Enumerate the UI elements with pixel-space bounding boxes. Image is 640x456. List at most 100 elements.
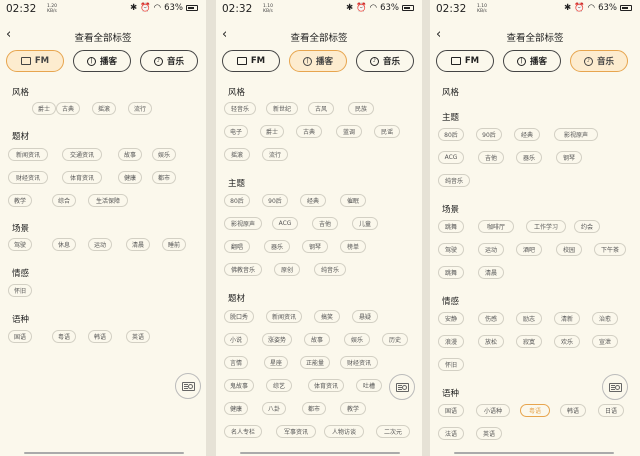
tag-chip[interactable]: 人物访谈 (324, 425, 364, 438)
tag-chip[interactable]: 星座 (264, 356, 289, 369)
tag-chip[interactable]: 粤语 (520, 404, 550, 417)
tag-chip[interactable]: 韩语 (560, 404, 586, 417)
tag-chip[interactable]: 90后 (262, 194, 288, 207)
tag-chip[interactable]: 法语 (438, 427, 464, 440)
floating-player-button[interactable] (602, 374, 628, 400)
tag-chip[interactable]: 经典 (514, 128, 540, 141)
tag-chip[interactable]: 都市 (302, 402, 327, 415)
tag-chip[interactable]: 新世纪 (266, 102, 298, 115)
tag-chip[interactable]: 韩语 (88, 330, 113, 343)
tab-fm[interactable]: FM (436, 50, 494, 72)
tag-chip[interactable]: 工作学习 (526, 220, 566, 233)
tag-chip[interactable]: 故事 (118, 148, 143, 161)
tag-chip[interactable]: 小说 (224, 333, 249, 346)
tag-chip[interactable]: 酒吧 (516, 243, 542, 256)
tag-chip[interactable]: 历史 (382, 333, 408, 346)
tag-chip[interactable]: 民谣 (374, 125, 400, 138)
tag-chip[interactable]: 下午茶 (594, 243, 626, 256)
tag-chip[interactable]: 清晨 (126, 238, 151, 251)
tag-chip[interactable]: 蓝调 (336, 125, 362, 138)
tag-chip[interactable]: 器乐 (264, 240, 290, 253)
floating-player-button[interactable] (175, 373, 201, 399)
tag-chip[interactable]: 古典 (296, 125, 322, 138)
tag-chip[interactable]: 清晨 (478, 266, 504, 279)
tag-chip[interactable]: 90后 (476, 128, 502, 141)
tag-chip[interactable]: 娱乐 (344, 333, 370, 346)
tag-chip[interactable]: 古典 (56, 102, 81, 115)
tag-chip[interactable]: 流行 (128, 102, 153, 115)
tag-chip[interactable]: 新闻资讯 (8, 148, 48, 161)
tag-chip[interactable]: 运动 (478, 243, 504, 256)
tag-chip[interactable]: 爵士 (32, 102, 57, 115)
tag-chip[interactable]: 轻音乐 (224, 102, 256, 115)
tag-chip[interactable]: 八卦 (262, 402, 287, 415)
tag-chip[interactable]: 器乐 (516, 151, 542, 164)
tag-chip[interactable]: 鬼故事 (224, 379, 255, 392)
tag-chip[interactable]: 浪漫 (438, 335, 464, 348)
tag-chip[interactable]: 纯音乐 (438, 174, 470, 187)
tag-chip[interactable]: 80后 (224, 194, 250, 207)
tag-chip[interactable]: 电子 (224, 125, 249, 138)
tag-chip[interactable]: 吐槽 (356, 379, 382, 392)
tag-chip[interactable]: 健康 (224, 402, 249, 415)
tag-chip[interactable]: 健康 (118, 171, 143, 184)
tag-chip[interactable]: 怀旧 (8, 284, 33, 297)
tag-chip[interactable]: 国语 (438, 404, 464, 417)
tag-chip[interactable]: 军事资讯 (276, 425, 316, 438)
tag-chip[interactable]: 日语 (598, 404, 624, 417)
tag-chip[interactable]: 励志 (516, 312, 542, 325)
tag-chip[interactable]: ACG (272, 217, 298, 230)
tag-chip[interactable]: 纯音乐 (314, 263, 346, 276)
tag-chip[interactable]: 摇滚 (224, 148, 250, 161)
tag-chip[interactable]: 清新 (554, 312, 580, 325)
tag-chip[interactable]: 安静 (438, 312, 464, 325)
tag-chip[interactable]: 小语种 (476, 404, 510, 417)
tab-fm[interactable]: FM (6, 50, 64, 72)
tag-chip[interactable]: 伤感 (478, 312, 504, 325)
tag-chip[interactable]: 涨姿势 (262, 333, 293, 346)
tag-chip[interactable]: 钢琴 (556, 151, 582, 164)
tag-chip[interactable]: 怀旧 (438, 358, 464, 371)
tag-chip[interactable]: 催眠 (340, 194, 366, 207)
tag-chip[interactable]: 驾驶 (8, 238, 33, 251)
tag-chip[interactable]: 儿童 (352, 217, 378, 230)
tag-chip[interactable]: 二次元 (376, 425, 410, 438)
tag-chip[interactable]: 治愈 (592, 312, 618, 325)
tag-chip[interactable]: 英语 (476, 427, 502, 440)
tag-chip[interactable]: 运动 (88, 238, 113, 251)
tag-chip[interactable]: 跳舞 (438, 220, 464, 233)
tab-music[interactable]: ♪ 音乐 (570, 50, 628, 72)
tag-chip[interactable]: 娱乐 (152, 148, 177, 161)
tag-chip[interactable]: 英语 (126, 330, 151, 343)
tag-chip[interactable]: 欢乐 (554, 335, 580, 348)
tag-chip[interactable]: 咖啡厅 (478, 220, 514, 233)
tag-chip[interactable]: 民族 (348, 102, 374, 115)
tag-chip[interactable]: 经典 (300, 194, 326, 207)
tag-chip[interactable]: 体育资讯 (62, 171, 102, 184)
tag-chip[interactable]: 故事 (304, 333, 330, 346)
tag-chip[interactable]: 教学 (340, 402, 366, 415)
tag-chip[interactable]: 寂寞 (516, 335, 542, 348)
tag-chip[interactable]: 翻唱 (224, 240, 250, 253)
tag-chip[interactable]: 脱口秀 (224, 310, 255, 323)
tag-chip[interactable]: 生活保障 (88, 194, 128, 207)
tag-chip[interactable]: 影视原声 (224, 217, 262, 230)
tag-chip[interactable]: 影视原声 (554, 128, 598, 141)
tag-chip[interactable]: 爵士 (260, 125, 285, 138)
tag-chip[interactable]: 约会 (574, 220, 600, 233)
tag-chip[interactable]: 休息 (52, 238, 77, 251)
tag-chip[interactable]: 80后 (438, 128, 464, 141)
tag-chip[interactable]: 财经资讯 (8, 171, 48, 184)
tag-chip[interactable]: 钢琴 (302, 240, 328, 253)
tag-chip[interactable]: 综艺 (266, 379, 292, 392)
tag-chip[interactable]: 吉他 (478, 151, 504, 164)
tag-chip[interactable]: 睡前 (162, 238, 187, 251)
tag-chip[interactable]: 摇滚 (92, 102, 117, 115)
tab-podcast[interactable]: | 播客 (289, 50, 347, 72)
tag-chip[interactable]: 跳舞 (438, 266, 464, 279)
tag-chip[interactable]: 校园 (556, 243, 582, 256)
tag-chip[interactable]: 古风 (308, 102, 334, 115)
floating-player-button[interactable] (389, 374, 415, 400)
tag-chip[interactable]: 粤语 (52, 330, 77, 343)
tag-chip[interactable]: ACG (438, 151, 464, 164)
